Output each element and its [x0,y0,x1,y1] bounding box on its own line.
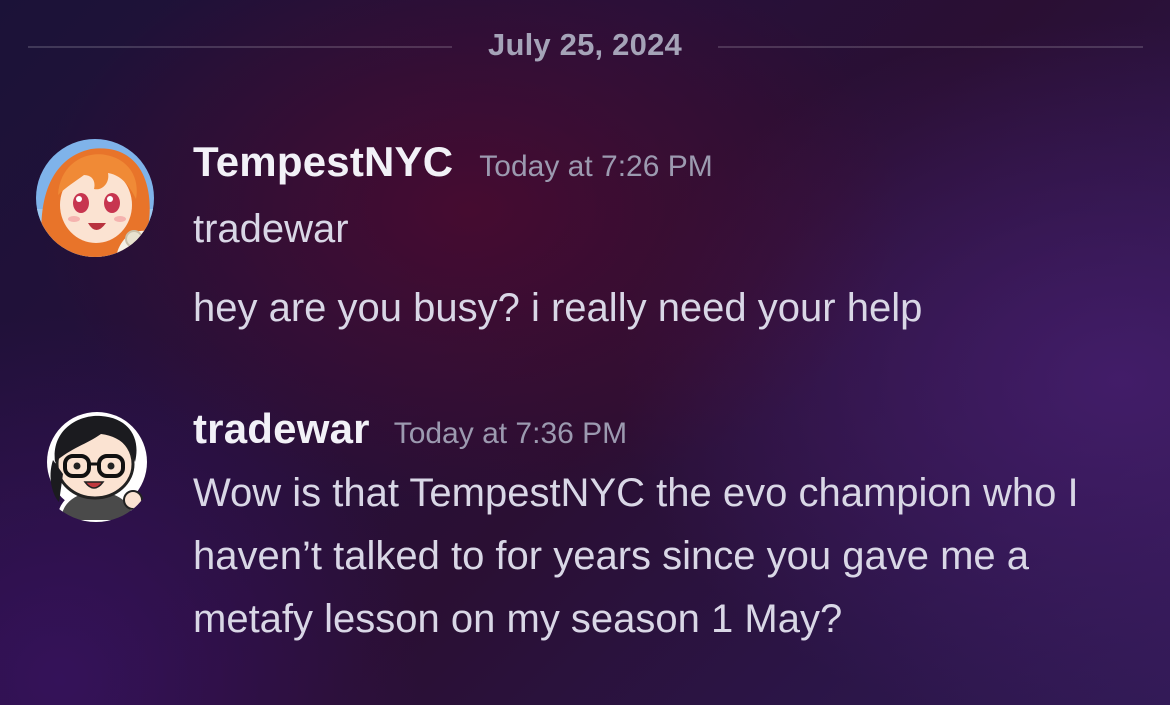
message-item: TempestNYC Today at 7:26 PM tradewar hey… [193,138,1150,340]
message-text: hey are you busy? i really need your hel… [193,286,923,330]
avatar-tradewar[interactable] [37,404,155,522]
message-header: TempestNYC Today at 7:26 PM [193,138,1150,188]
divider-line-right [718,46,1143,48]
username[interactable]: tradewar [193,405,370,453]
timestamp: Today at 7:36 PM [393,417,628,450]
anime-orange-hair-avatar-icon [36,139,154,257]
chibi-glasses-avatar-icon [47,412,147,522]
timestamp: Today at 7:26 PM [479,150,713,183]
message-header: tradewar Today at 7:36 PM [193,405,1150,455]
message-text: tradewar [193,207,349,251]
divider-line-left [28,46,452,48]
date-separator-label: July 25, 2024 [488,27,682,62]
message-item: tradewar Today at 7:36 PM Wow is that Te… [193,405,1150,651]
message-text: Wow is that TempestNYC the evo champion … [193,471,1090,641]
avatar-tempestnyc[interactable] [36,139,154,257]
username[interactable]: TempestNYC [193,138,453,186]
